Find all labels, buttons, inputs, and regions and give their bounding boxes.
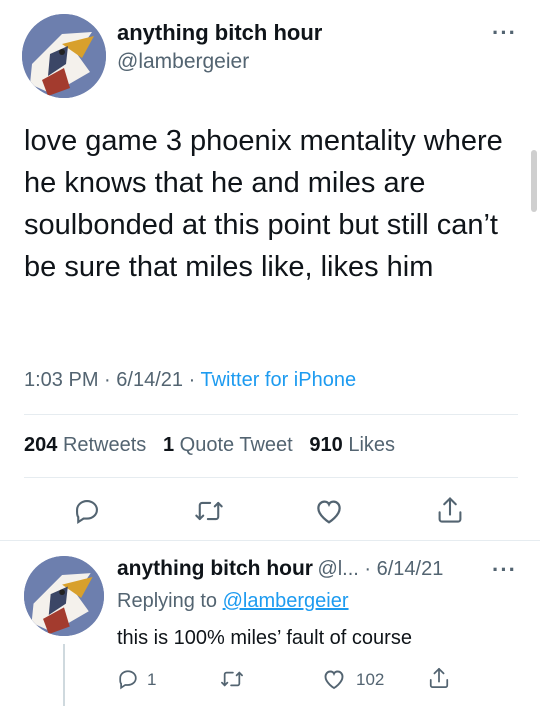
- reply-reply-icon[interactable]: [117, 668, 139, 690]
- reply-author-name[interactable]: anything bitch hour: [117, 557, 313, 580]
- divider: [24, 477, 518, 478]
- reply-heart-icon[interactable]: [322, 668, 346, 690]
- retweets-stat[interactable]: 204 Retweets: [24, 434, 146, 456]
- reply-share-icon[interactable]: [428, 666, 450, 690]
- reply-text: this is 100% miles’ fault of course: [117, 627, 412, 649]
- reply-reply-count: 1: [147, 670, 157, 689]
- tweet-time[interactable]: 1:03 PM: [24, 369, 98, 391]
- author-avatar[interactable]: [22, 14, 106, 98]
- divider: [24, 414, 518, 415]
- reply-retweet-icon[interactable]: [220, 668, 244, 690]
- replying-handle-link[interactable]: @lambergeier: [223, 590, 349, 612]
- tweet-meta: 1:03 PM · 6/14/21 · Twitter for iPhone: [24, 369, 356, 392]
- reply-more-options-button[interactable]: ···: [492, 557, 517, 583]
- author-handle[interactable]: @lambergeier: [117, 50, 249, 74]
- meta-separator: ·: [104, 369, 111, 391]
- tweet-text: love game 3 phoenix mentality where he k…: [24, 125, 503, 283]
- divider: [0, 540, 540, 541]
- author-name[interactable]: anything bitch hour: [117, 20, 322, 46]
- thread-line: [63, 644, 65, 706]
- retweet-icon[interactable]: [194, 497, 224, 525]
- meta-separator: ·: [188, 369, 196, 391]
- scrollbar[interactable]: [531, 150, 537, 212]
- likes-stat[interactable]: 910 Likes: [309, 434, 395, 456]
- replying-prefix: Replying to: [117, 590, 218, 612]
- heart-icon[interactable]: [314, 497, 344, 525]
- reply-like-count: 102: [356, 670, 385, 689]
- reply-icon[interactable]: [73, 497, 101, 525]
- reply-author-avatar[interactable]: [24, 556, 104, 636]
- tweet-stats: 204 Retweets 1 Quote Tweet 910 Likes: [24, 434, 395, 457]
- tweet-date[interactable]: 6/14/21: [116, 369, 183, 391]
- reply-handle-date[interactable]: @l... · 6/14/21: [317, 558, 443, 580]
- replying-to: Replying to @lambergeier: [117, 590, 349, 613]
- tweet-client[interactable]: Twitter for iPhone: [200, 369, 356, 391]
- quotes-stat[interactable]: 1 Quote Tweet: [163, 434, 293, 456]
- share-icon[interactable]: [436, 495, 464, 525]
- reply-header: anything bitch hour @l... · 6/14/21: [117, 557, 443, 581]
- more-options-button[interactable]: ···: [492, 20, 517, 46]
